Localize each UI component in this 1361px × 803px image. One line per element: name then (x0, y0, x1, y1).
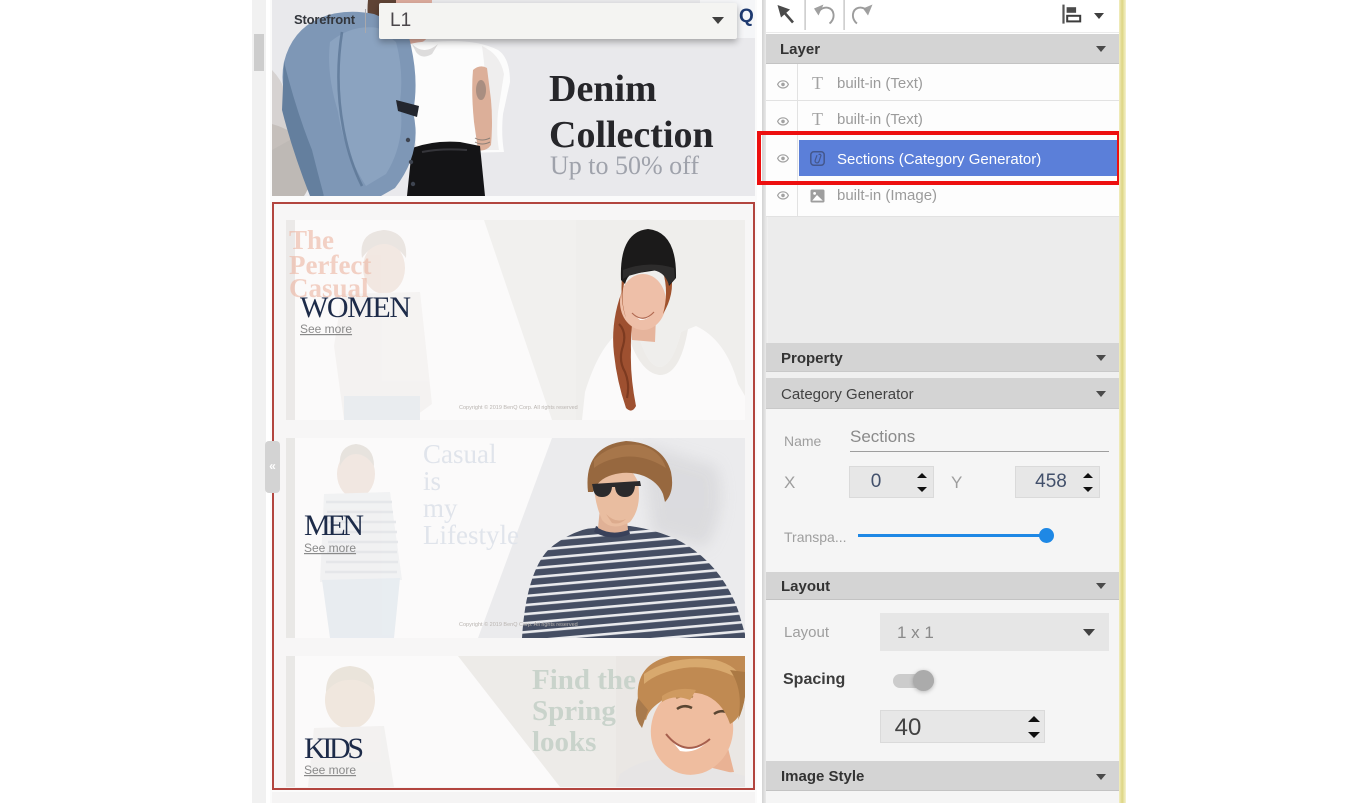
svg-text:my: my (423, 493, 458, 523)
svg-text:looks: looks (532, 726, 596, 758)
svg-text:Find the: Find the (532, 664, 636, 696)
svg-text:Lifestyle: Lifestyle (423, 520, 519, 550)
svg-text:WOMEN: WOMEN (300, 291, 411, 324)
svg-text:See more: See more (304, 763, 356, 777)
svg-text:MEN: MEN (304, 509, 364, 542)
svg-text:is: is (423, 466, 441, 496)
svg-text:KIDS: KIDS (304, 732, 364, 765)
svg-text:See more: See more (300, 322, 352, 336)
svg-text:Spring: Spring (532, 695, 616, 727)
svg-text:Copyright © 2019 BenQ Corp. Al: Copyright © 2019 BenQ Corp. All rights r… (459, 404, 578, 411)
svg-text:Casual: Casual (423, 439, 497, 469)
svg-text:Copyright © 2019 BenQ Corp. Al: Copyright © 2019 BenQ Corp. All rights r… (459, 621, 578, 628)
svg-text:See more: See more (304, 541, 356, 555)
